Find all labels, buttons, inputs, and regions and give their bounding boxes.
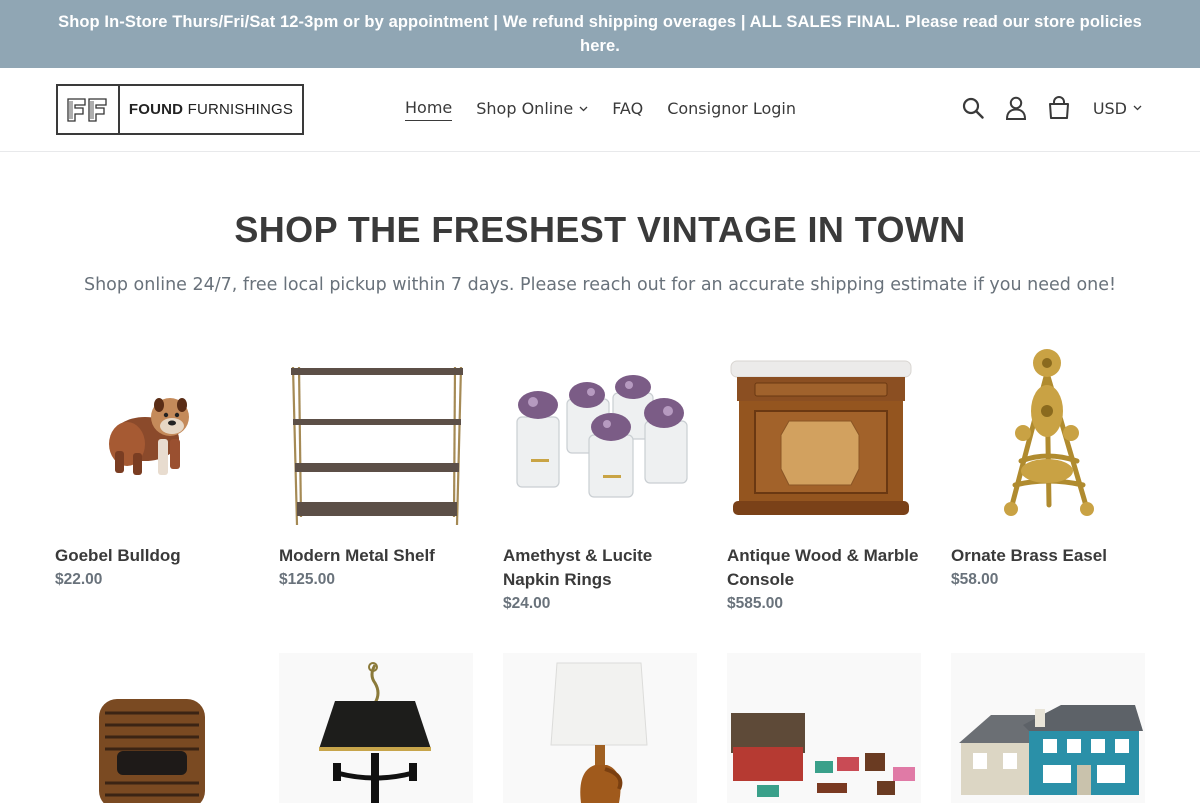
product-card[interactable]: Antique Wood & Marble Console $585.00	[727, 339, 921, 616]
product-image[interactable]	[279, 339, 473, 533]
product-title[interactable]: Ornate Brass Easel	[951, 544, 1145, 568]
product-price: $24.00	[503, 595, 551, 612]
nav-faq[interactable]: FAQ	[600, 96, 655, 121]
logo-mark	[58, 86, 120, 133]
product-image[interactable]	[279, 653, 473, 803]
header-actions: USD	[944, 94, 1142, 122]
logo-word-light: FURNISHINGS	[187, 101, 294, 118]
product-image[interactable]	[55, 653, 249, 803]
product-image[interactable]	[503, 653, 697, 803]
product-price: $125.00	[279, 571, 336, 588]
search-icon[interactable]	[959, 94, 987, 122]
logo-word-bold: FOUND	[128, 101, 184, 118]
hero-subtitle: Shop online 24/7, free local pickup with…	[83, 275, 1117, 295]
nav-shop-online[interactable]: Shop Online	[464, 96, 600, 121]
nav-consignor-login-label: Consignor Login	[667, 98, 796, 118]
product-title[interactable]: Antique Wood & Marble Console	[727, 544, 921, 592]
main-nav: Home Shop Online FAQ Consignor Login	[393, 96, 808, 121]
product-card[interactable]: Goebel Bulldog $22.00	[55, 339, 249, 616]
nav-home[interactable]: Home	[393, 96, 464, 121]
nav-shop-online-label: Shop Online	[476, 98, 574, 118]
product-card[interactable]: Amethyst & Lucite Napkin Rings $24.00	[503, 339, 697, 616]
nav-faq-label: FAQ	[612, 98, 644, 118]
nav-home-label: Home	[405, 96, 453, 121]
product-image[interactable]	[727, 653, 921, 803]
product-title[interactable]: Modern Metal Shelf	[279, 544, 473, 568]
product-card[interactable]	[503, 653, 697, 803]
product-price: $22.00	[55, 571, 103, 588]
product-image[interactable]	[951, 653, 1145, 803]
product-card[interactable]	[55, 653, 249, 803]
product-price: $58.00	[951, 571, 999, 588]
hero-section: SHOP THE FRESHEST VINTAGE IN TOWN Shop o…	[0, 152, 1200, 298]
currency-label: USD	[1092, 98, 1127, 118]
product-image[interactable]	[503, 339, 697, 533]
product-grid: Goebel Bulldog $22.00 Modern Metal Shelf…	[55, 339, 1145, 803]
chevron-down-icon	[579, 106, 588, 111]
site-header: FOUND FURNISHINGS Home Shop Online FAQ C…	[0, 68, 1200, 152]
account-icon[interactable]	[1002, 94, 1030, 122]
hero-title: SHOP THE FRESHEST VINTAGE IN TOWN	[234, 209, 966, 250]
product-image[interactable]	[727, 339, 921, 533]
product-price: $585.00	[727, 595, 784, 612]
product-card[interactable]	[951, 653, 1145, 803]
chevron-down-icon	[1133, 105, 1142, 111]
announcement-bar[interactable]: Shop In-Store Thurs/Fri/Sat 12-3pm or by…	[0, 0, 1200, 68]
nav-consignor-login[interactable]: Consignor Login	[655, 96, 808, 121]
product-image[interactable]	[55, 339, 249, 533]
product-title[interactable]: Amethyst & Lucite Napkin Rings	[503, 544, 697, 592]
product-card[interactable]: Modern Metal Shelf $125.00	[279, 339, 473, 616]
currency-selector[interactable]: USD	[1093, 99, 1142, 118]
announcement-text[interactable]: Shop In-Store Thurs/Fri/Sat 12-3pm or by…	[58, 13, 1142, 55]
product-card[interactable]	[727, 653, 921, 803]
logo-wordmark: FOUND FURNISHINGS	[120, 101, 302, 118]
product-card[interactable]: Ornate Brass Easel $58.00	[951, 339, 1145, 616]
product-image[interactable]	[951, 339, 1145, 533]
cart-icon[interactable]	[1045, 94, 1073, 122]
product-title[interactable]: Goebel Bulldog	[55, 544, 249, 568]
site-logo[interactable]: FOUND FURNISHINGS	[56, 84, 304, 135]
product-card[interactable]	[279, 653, 473, 803]
